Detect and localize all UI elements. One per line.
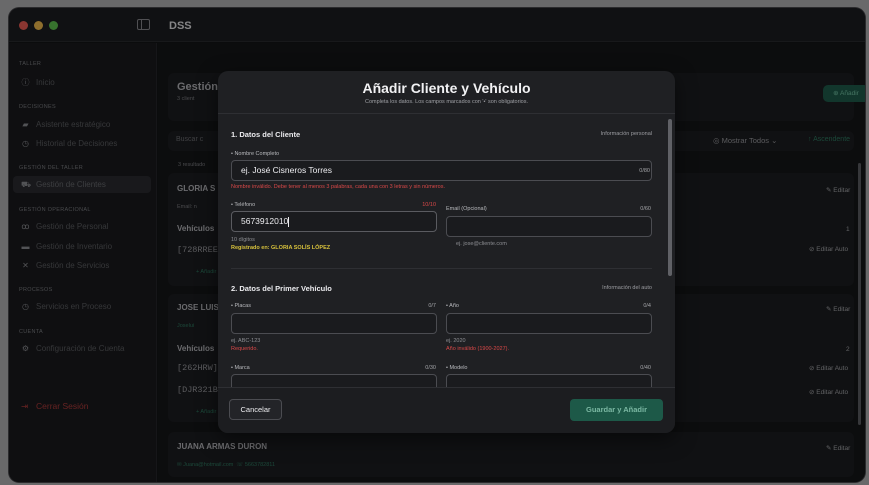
plates-input[interactable] <box>231 313 437 334</box>
model-label: • Modelo <box>446 365 468 371</box>
email-counter: 0/60 <box>640 206 651 212</box>
plates-error: Requerido. <box>231 346 258 352</box>
phone-input[interactable]: 5673912010 <box>231 211 437 232</box>
plates-counter: 0/7 <box>428 303 436 309</box>
modal-subtitle: Completa los datos. Los campos marcados … <box>365 99 528 105</box>
name-label: • Nombre Completo <box>231 151 280 157</box>
year-placeholder: ej. 2020 <box>446 338 466 344</box>
email-input[interactable] <box>446 216 652 237</box>
plates-placeholder: ej. ABC-123 <box>231 338 261 344</box>
year-input[interactable] <box>446 313 652 334</box>
model-counter: 0/40 <box>640 365 651 371</box>
client-section-title: 1. Datos del Cliente <box>231 130 301 139</box>
phone-counter: 10/10 <box>422 202 436 208</box>
phone-value: 5673912010 <box>241 216 289 226</box>
brand-label: • Marca <box>231 365 250 371</box>
modal-footer: Cancelar Guardar y Añadir <box>218 387 675 433</box>
text-caret <box>288 216 290 227</box>
email-placeholder: ej. jose@cliente.com <box>456 241 507 247</box>
vehicle-section-title: 2. Datos del Primer Vehículo <box>231 284 332 293</box>
brand-counter: 0/30 <box>425 365 436 371</box>
plates-label: • Placas <box>231 303 251 309</box>
client-section-hint: Información personal <box>600 131 652 137</box>
name-input[interactable]: ej. José Cisneros Torres <box>231 160 652 181</box>
cancel-button[interactable]: Cancelar <box>229 399 282 420</box>
divider <box>218 113 675 114</box>
phone-hint: 10 dígitos <box>231 237 255 243</box>
year-counter: 0/4 <box>643 303 651 309</box>
phone-duplicate-warning: Registrado en: GLORIA SOLÍS LÓPEZ <box>231 245 331 251</box>
name-counter: 0/80 <box>639 168 650 174</box>
name-error: Nombre inválido. Debe tener al menos 3 p… <box>231 184 446 190</box>
name-value: ej. José Cisneros Torres <box>241 165 333 175</box>
year-label: • Año <box>446 303 459 309</box>
save-button[interactable]: Guardar y Añadir <box>570 399 663 421</box>
modal-scrollbar[interactable] <box>668 119 672 276</box>
add-client-modal: Añadir Cliente y Vehículo Completa los d… <box>218 71 675 433</box>
phone-label: • Teléfono <box>231 202 256 208</box>
vehicle-section-hint: Información del auto <box>602 285 652 291</box>
email-label: Email (Opcional) <box>446 206 487 212</box>
modal-title: Añadir Cliente y Vehículo <box>362 80 531 96</box>
year-error: Año inválido (1900-2027). <box>446 346 509 352</box>
section-divider <box>231 268 652 269</box>
